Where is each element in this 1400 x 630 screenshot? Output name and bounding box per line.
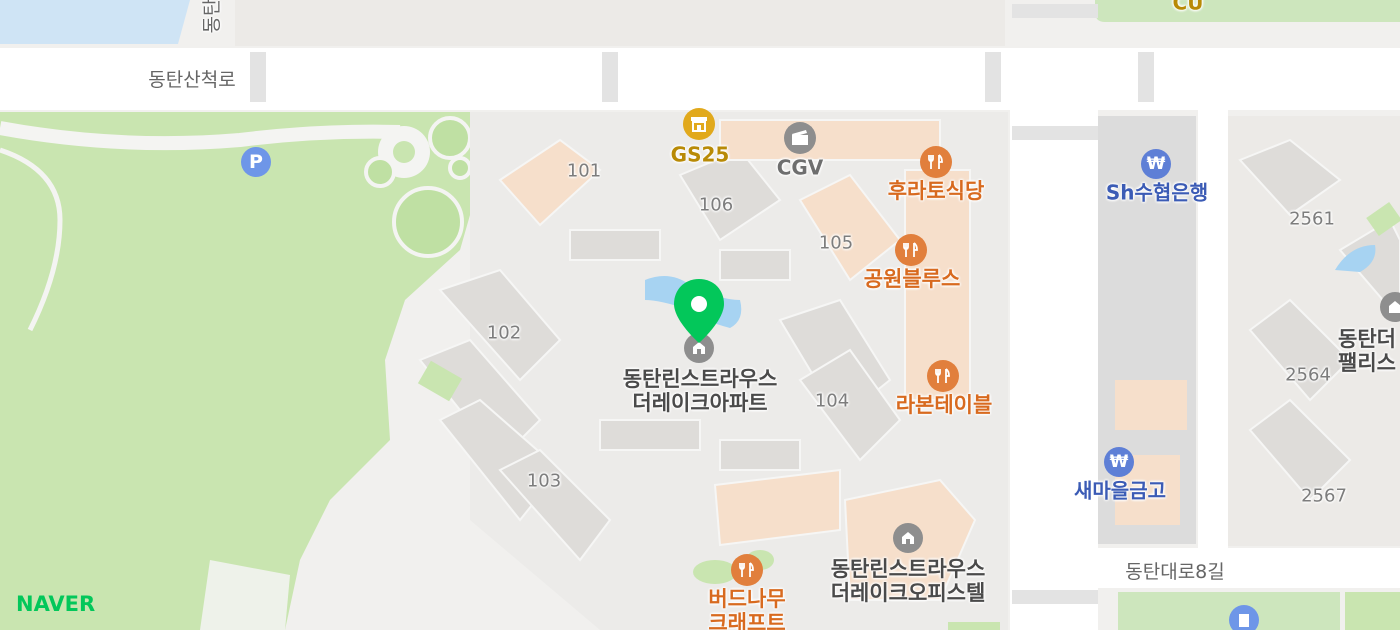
poi-label-officetel-line2: 더레이크오피스텔 [830, 581, 986, 605]
poi-label-cu[interactable]: CU [1173, 0, 1204, 15]
restaurant-icon[interactable] [731, 554, 763, 586]
building-2564: 2564 [1285, 364, 1331, 386]
building-104: 104 [814, 390, 850, 412]
building-icon[interactable] [893, 523, 923, 553]
poi-label-saemaul[interactable]: 새마을금고 [1074, 479, 1166, 503]
parking-icon[interactable]: P [241, 147, 271, 177]
convenience-store-icon[interactable] [683, 108, 715, 140]
poi-label-birch-craft[interactable]: 버드나무 크래프트 [708, 587, 785, 630]
poi-label-labon-table[interactable]: 라본테이블 [896, 393, 993, 417]
selected-place-line2: 더레이크아파트 [632, 391, 768, 415]
building-103: 103 [526, 470, 562, 492]
restaurant-icon[interactable] [895, 234, 927, 266]
building-102: 102 [486, 322, 522, 344]
poi-label-dongtan-palace[interactable]: 동탄더 팰리스 [1338, 327, 1396, 375]
poi-label-officetel-line1: 동탄린스트라우스 [830, 556, 986, 581]
naver-logo: NAVER [16, 592, 96, 616]
restaurant-icon[interactable] [927, 360, 959, 392]
cinema-icon[interactable] [784, 122, 816, 154]
poi-label-hurato[interactable]: 후라토식당 [888, 179, 985, 203]
road-label-dongtan-sancheok: 동탄산척로 [148, 69, 236, 92]
building-105: 105 [818, 232, 854, 254]
building-101: 101 [566, 160, 602, 182]
road-label-vertical: 동탄 [201, 0, 224, 34]
building-2561: 2561 [1289, 208, 1335, 230]
poi-label-gs25[interactable]: GS25 [671, 143, 730, 167]
road-label-dongtan-daero-8gil: 동탄대로8길 [1125, 561, 1225, 584]
poi-label-palace-line2: 팰리스 [1338, 351, 1396, 375]
poi-label-palace-line1: 동탄더 [1338, 326, 1396, 351]
poi-label-sh-bank[interactable]: Sh수협은행 [1106, 181, 1208, 205]
restaurant-icon[interactable] [920, 146, 952, 178]
poi-label-birch-line2: 크래프트 [708, 611, 786, 630]
building-2567: 2567 [1301, 485, 1347, 507]
map-canvas[interactable]: 동탄산척로 동탄대로8길 동탄 101 102 103 104 105 106 … [0, 0, 1400, 630]
poi-label-birch-line1: 버드나무 [708, 586, 786, 611]
location-pin-icon[interactable] [672, 277, 726, 347]
office-icon[interactable] [1229, 605, 1259, 630]
selected-place-line1: 동탄린스트라우스 [622, 366, 778, 391]
poi-label-gongwon-blues[interactable]: 공원블루스 [864, 267, 961, 291]
bank-icon[interactable]: ₩ [1104, 447, 1134, 477]
building-106: 106 [698, 194, 734, 216]
selected-place-label[interactable]: 동탄린스트라우스 더레이크아파트 [623, 367, 778, 415]
poi-label-cgv[interactable]: CGV [777, 156, 824, 180]
bank-icon[interactable]: ₩ [1141, 149, 1171, 179]
poi-label-officetel[interactable]: 동탄린스트라우스 더레이크오피스텔 [831, 557, 986, 605]
